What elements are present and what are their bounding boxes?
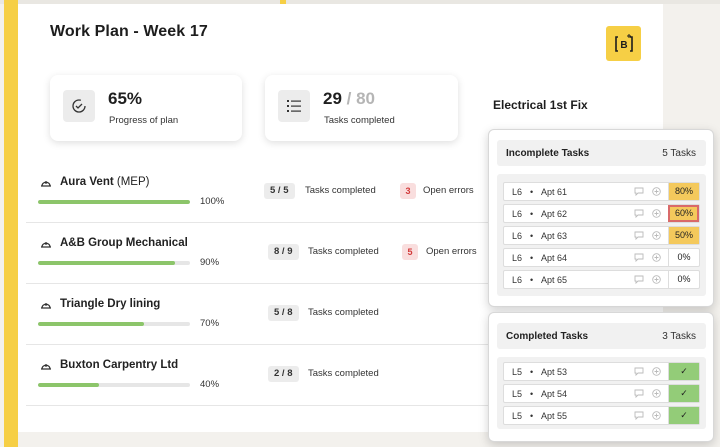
tasks-stat-card: 29 / 80 Tasks completed <box>265 75 458 141</box>
open-errors-badge[interactable]: 5 <box>402 244 418 260</box>
progress-fill <box>38 322 145 326</box>
tasks-completed-badge: 2 / 8 <box>268 366 299 382</box>
company-progress-bar <box>38 322 190 326</box>
section-title: Electrical 1st Fix <box>493 98 588 112</box>
comment-icon[interactable] <box>634 231 644 240</box>
tasks-completed-label: Tasks completed <box>324 115 395 126</box>
page-title: Work Plan - Week 17 <box>50 23 208 40</box>
comment-icon[interactable] <box>634 187 644 196</box>
company-row[interactable]: A&B Group Mechanical 90% 8 / 9 Tasks com… <box>26 223 491 284</box>
add-icon[interactable] <box>652 389 661 398</box>
panel-count: 3 Tasks <box>662 331 696 342</box>
tasks-completed-badge: 8 / 9 <box>268 244 299 260</box>
company-name: Buxton Carpentry Ltd <box>40 359 178 371</box>
add-icon[interactable] <box>652 187 661 196</box>
list-icon <box>278 90 310 122</box>
incomplete-tasks-panel: Incomplete Tasks 5 Tasks L6 • Apt 61 80% … <box>488 129 714 307</box>
comment-icon[interactable] <box>634 367 644 376</box>
company-percent: 40% <box>200 379 220 390</box>
company-progress-bar <box>38 261 190 265</box>
comment-icon[interactable] <box>634 209 644 218</box>
tasks-completed-value: 29 / 80 <box>323 89 375 109</box>
open-errors-badge[interactable]: 3 <box>400 183 416 199</box>
company-name: Aura Vent (MEP) <box>40 176 149 188</box>
tasks-completed-badge: 5 / 8 <box>268 305 299 321</box>
panel-title: Completed Tasks <box>506 331 589 342</box>
hard-hat-icon <box>41 302 51 309</box>
add-icon[interactable] <box>652 411 661 420</box>
open-errors-label: Open errors <box>423 185 474 196</box>
progress-label: Progress of plan <box>109 115 179 126</box>
company-name: Triangle Dry lining <box>40 298 160 310</box>
brand-logo[interactable]: B <box>606 26 641 61</box>
svg-text:B: B <box>620 40 627 51</box>
company-percent: 90% <box>200 257 220 268</box>
progress-fill <box>38 383 99 387</box>
hard-hat-icon <box>41 363 51 370</box>
task-progress-cell[interactable]: 60% <box>668 205 699 222</box>
company-row[interactable]: Aura Vent (MEP) 100% 5 / 5 Tasks complet… <box>26 162 491 223</box>
task-row[interactable]: L6 • Apt 64 0% <box>503 248 700 267</box>
logo-icon: B <box>614 33 633 52</box>
task-row[interactable]: L6 • Apt 63 50% <box>503 226 700 245</box>
company-percent: 100% <box>200 196 225 207</box>
tasks-completed-badge: 5 / 5 <box>264 183 295 199</box>
incomplete-tasks-header: Incomplete Tasks 5 Tasks <box>497 140 706 166</box>
tasks-completed-label: Tasks completed <box>308 307 379 318</box>
progress-check-icon <box>63 90 95 122</box>
company-progress-bar <box>38 383 190 387</box>
add-icon[interactable] <box>652 209 661 218</box>
panel-title: Incomplete Tasks <box>506 148 590 159</box>
progress-fill <box>38 261 175 265</box>
progress-stat-card: 65% Progress of plan <box>50 75 242 141</box>
company-row[interactable]: Triangle Dry lining 70% 5 / 8 Tasks comp… <box>26 284 491 345</box>
add-icon[interactable] <box>652 275 661 284</box>
company-name: A&B Group Mechanical <box>40 237 188 249</box>
panel-count: 5 Tasks <box>662 148 696 159</box>
task-progress-cell[interactable]: 50% <box>668 227 699 244</box>
comment-icon[interactable] <box>634 275 644 284</box>
comment-icon[interactable] <box>634 253 644 262</box>
task-row[interactable]: L6 • Apt 61 80% <box>503 182 700 201</box>
task-progress-cell[interactable]: 0% <box>668 271 699 288</box>
tasks-completed-count: 29 <box>323 89 342 108</box>
completed-tasks-header: Completed Tasks 3 Tasks <box>497 323 706 349</box>
comment-icon[interactable] <box>634 411 644 420</box>
accent-sidebar <box>4 0 18 447</box>
company-row[interactable]: Buxton Carpentry Ltd 40% 2 / 8 Tasks com… <box>26 345 491 406</box>
task-row[interactable]: L6 • Apt 65 0% <box>503 270 700 289</box>
tasks-completed-label: Tasks completed <box>308 246 379 257</box>
hard-hat-icon <box>41 180 51 187</box>
task-progress-cell[interactable]: 0% <box>668 249 699 266</box>
task-row[interactable]: L6 • Apt 62 60% <box>503 204 700 223</box>
company-percent: 70% <box>200 318 220 329</box>
check-icon[interactable]: ✓ <box>668 363 699 380</box>
add-icon[interactable] <box>652 231 661 240</box>
tasks-completed-label: Tasks completed <box>305 185 376 196</box>
comment-icon[interactable] <box>634 389 644 398</box>
task-progress-cell[interactable]: 80% <box>668 183 699 200</box>
progress-value: 65% <box>108 89 143 108</box>
check-icon[interactable]: ✓ <box>668 385 699 402</box>
hard-hat-icon <box>41 241 51 248</box>
tasks-completed-label: Tasks completed <box>308 368 379 379</box>
completed-task-list: L5 • Apt 53 ✓ L5 • Apt 54 ✓ L5 • Apt 55 ✓ <box>497 357 706 429</box>
progress-fill <box>38 200 190 204</box>
task-row[interactable]: L5 • Apt 53 ✓ <box>503 362 700 381</box>
check-icon[interactable]: ✓ <box>668 407 699 424</box>
add-icon[interactable] <box>652 367 661 376</box>
task-row[interactable]: L5 • Apt 55 ✓ <box>503 406 700 425</box>
open-errors-label: Open errors <box>426 246 477 257</box>
task-row[interactable]: L5 • Apt 54 ✓ <box>503 384 700 403</box>
tasks-total: / 80 <box>346 89 376 108</box>
company-progress-bar <box>38 200 190 204</box>
incomplete-task-list: L6 • Apt 61 80% L6 • Apt 62 60% L6 • Apt 63… <box>497 174 706 296</box>
completed-tasks-panel: Completed Tasks 3 Tasks L5 • Apt 53 ✓ L5 •… <box>488 312 714 442</box>
add-icon[interactable] <box>652 253 661 262</box>
